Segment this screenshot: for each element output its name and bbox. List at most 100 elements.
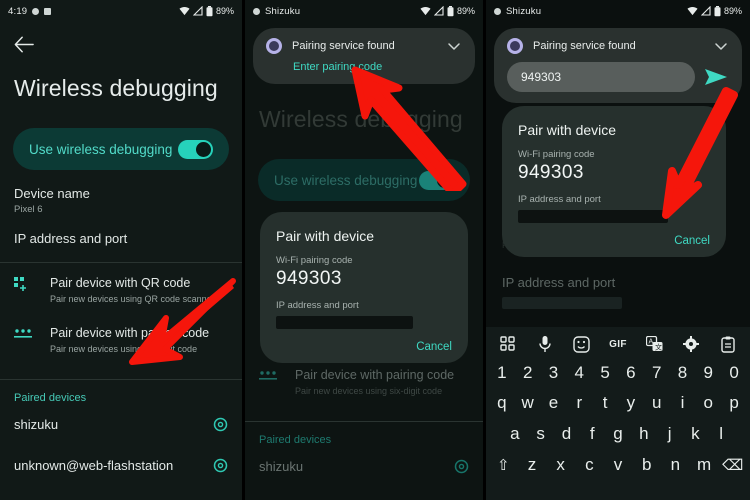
key-0[interactable]: 0 [721, 363, 747, 383]
chevron-down-icon[interactable] [446, 38, 462, 54]
apps-grid-icon[interactable] [498, 334, 518, 354]
signal-icon [433, 6, 444, 16]
key-8[interactable]: 8 [670, 363, 696, 383]
behind-ip-section[interactable]: IP address and port [502, 275, 622, 309]
ip-address-label: IP address and port [14, 231, 128, 246]
key-a[interactable]: a [502, 424, 528, 444]
pairing-notification[interactable]: Pairing service found Enter pairing code [253, 28, 475, 84]
paired-device-row[interactable]: unknown@web-flashstation [0, 445, 242, 486]
settings-gear-icon[interactable] [681, 334, 701, 354]
key-k[interactable]: k [682, 424, 708, 444]
key-i[interactable]: i [670, 393, 696, 413]
battery-icon [206, 5, 213, 16]
pair-device-code-row[interactable]: Pair device with pairing code Pair new d… [0, 313, 242, 363]
ip-address-redacted [502, 297, 622, 309]
sticker-icon[interactable] [571, 334, 591, 354]
panel-1-settings: 4:19 89% Wireless debugging Use wireless… [0, 0, 242, 500]
paired-device-row[interactable]: shizuku [0, 404, 242, 445]
pair-code-sub: Pair new devices using six-digit code [50, 344, 198, 354]
wireless-debugging-toggle-card[interactable]: Use wireless debugging [258, 159, 470, 201]
clipboard-icon[interactable] [718, 334, 738, 354]
key-q[interactable]: q [489, 393, 515, 413]
shift-key[interactable]: ⇧ [489, 456, 518, 474]
battery-percent: 89% [456, 6, 475, 16]
key-e[interactable]: e [541, 393, 567, 413]
wireless-debugging-switch[interactable] [419, 170, 454, 190]
key-b[interactable]: b [632, 455, 661, 475]
key-x[interactable]: x [546, 455, 575, 475]
key-2[interactable]: 2 [515, 363, 541, 383]
key-v[interactable]: v [604, 455, 633, 475]
key-w[interactable]: w [515, 393, 541, 413]
dialog-actions: Cancel [518, 235, 710, 247]
signal-icon [192, 6, 203, 16]
back-button[interactable] [0, 22, 242, 53]
key-l[interactable]: l [708, 424, 734, 444]
wireless-debugging-switch[interactable] [178, 139, 213, 159]
toggle-label: Use wireless debugging [274, 172, 418, 188]
enter-pairing-code-action[interactable]: Enter pairing code [293, 61, 462, 73]
pair-device-qr-row[interactable]: Pair device with QR code Pair new device… [0, 263, 242, 313]
battery-icon [714, 5, 721, 16]
key-o[interactable]: o [695, 393, 721, 413]
notification-header: Pairing service found [507, 38, 729, 54]
toggle-label: Use wireless debugging [29, 141, 173, 157]
pair-qr-sub: Pair new devices using QR code scanner [50, 294, 215, 304]
key-7[interactable]: 7 [644, 363, 670, 383]
key-1[interactable]: 1 [489, 363, 515, 383]
key-y[interactable]: y [618, 393, 644, 413]
wifi-pairing-code-value: 949303 [518, 162, 584, 183]
arrow-left-icon [14, 36, 34, 53]
dialog-actions: Cancel [276, 341, 452, 353]
gear-icon[interactable] [213, 417, 228, 432]
gear-icon[interactable] [213, 458, 228, 473]
pairing-code-input-row: 949303 [507, 62, 729, 92]
key-4[interactable]: 4 [566, 363, 592, 383]
key-s[interactable]: s [528, 424, 554, 444]
pairing-notification[interactable]: Pairing service found 949303 [494, 28, 742, 103]
key-h[interactable]: h [631, 424, 657, 444]
chevron-down-icon[interactable] [713, 38, 729, 54]
key-g[interactable]: g [605, 424, 631, 444]
cancel-button[interactable]: Cancel [674, 235, 710, 247]
key-r[interactable]: r [566, 393, 592, 413]
ip-address-section[interactable]: IP address and port [0, 215, 242, 246]
keyboard-row-bottom: ⇧ z x c v b n m ⌫ [486, 449, 750, 480]
status-bar-left: 4:19 [8, 6, 52, 17]
key-f[interactable]: f [579, 424, 605, 444]
backspace-key[interactable]: ⌫ [718, 456, 747, 474]
wifi-icon [687, 6, 698, 16]
key-m[interactable]: m [690, 455, 719, 475]
key-p[interactable]: p [721, 393, 747, 413]
key-z[interactable]: z [518, 455, 547, 475]
keyboard-row-home: a s d f g h j k l [486, 418, 750, 449]
wireless-debugging-toggle-card[interactable]: Use wireless debugging [13, 128, 229, 170]
paired-device-row[interactable]: unknown@web-flashstation [245, 487, 483, 500]
wifi-pairing-code-label: Wi-Fi pairing code [276, 255, 353, 266]
cancel-button[interactable]: Cancel [416, 341, 452, 353]
key-3[interactable]: 3 [541, 363, 567, 383]
on-screen-keyboard: GIF A文 1 2 3 4 5 6 7 8 9 0 q w e r t y u… [486, 327, 750, 500]
gif-icon[interactable]: GIF [608, 334, 628, 354]
key-u[interactable]: u [644, 393, 670, 413]
qr-code-icon [14, 274, 36, 300]
key-5[interactable]: 5 [592, 363, 618, 383]
pairing-code-input[interactable]: 949303 [507, 62, 695, 92]
translate-icon[interactable]: A文 [645, 334, 665, 354]
screenshot-stage: 4:19 89% Wireless debugging Use wireless… [0, 0, 750, 500]
send-icon[interactable] [703, 66, 729, 88]
paired-device-row[interactable]: shizuku [245, 446, 483, 487]
status-bar-right: 89% [687, 5, 742, 17]
gear-icon[interactable] [454, 459, 469, 474]
key-n[interactable]: n [661, 455, 690, 475]
device-name-section[interactable]: Device name Pixel 6 [0, 170, 242, 215]
microphone-icon[interactable] [535, 334, 555, 354]
key-9[interactable]: 9 [695, 363, 721, 383]
paired-device-name: shizuku [14, 417, 59, 432]
key-d[interactable]: d [554, 424, 580, 444]
key-j[interactable]: j [657, 424, 683, 444]
key-t[interactable]: t [592, 393, 618, 413]
key-c[interactable]: c [575, 455, 604, 475]
ip-address-label: IP address and port [502, 275, 616, 290]
key-6[interactable]: 6 [618, 363, 644, 383]
